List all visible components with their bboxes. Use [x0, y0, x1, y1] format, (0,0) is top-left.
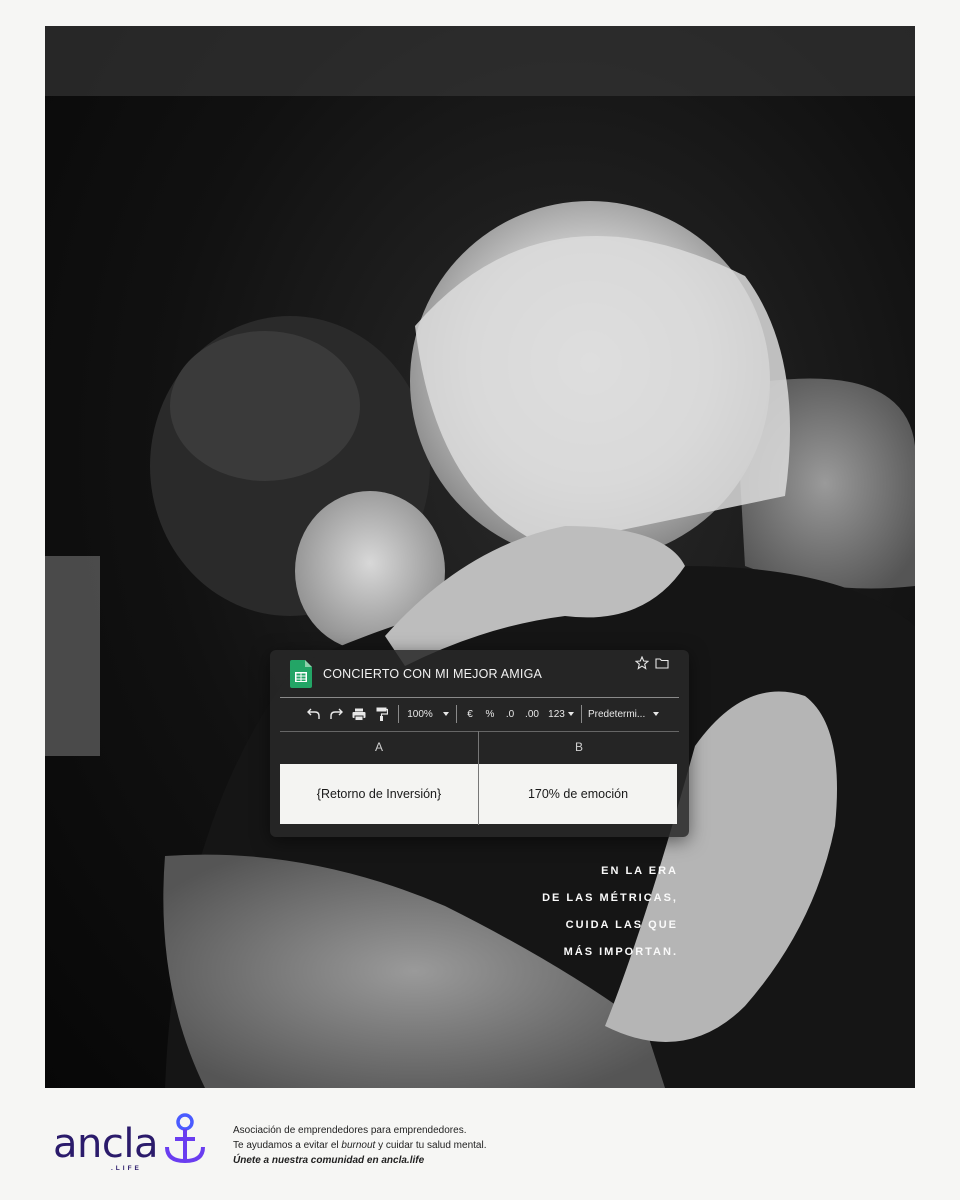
column-header-row: A B: [280, 731, 679, 762]
zoom-value: 100%: [407, 708, 433, 720]
print-icon[interactable]: [350, 706, 368, 722]
decrease-decimals-button[interactable]: .0: [503, 706, 517, 722]
column-divider: [478, 731, 479, 825]
folder-icon[interactable]: [655, 657, 669, 669]
column-header-a[interactable]: A: [280, 732, 478, 762]
chevron-down-icon: [567, 712, 574, 716]
logo-suffix: .LIFE: [111, 1165, 142, 1172]
spreadsheet-card: CONCIERTO CON MI MEJOR AMIGA 100% € % .0…: [270, 650, 689, 837]
tagline-line: CUIDA LAS QUE: [565, 919, 678, 931]
currency-label: €: [467, 708, 473, 720]
zoom-select[interactable]: 100%: [406, 706, 450, 722]
currency-button[interactable]: €: [464, 706, 476, 722]
more-formats-button[interactable]: 123: [547, 706, 575, 722]
toolbar-divider: [581, 705, 582, 723]
photo-scene: [45, 26, 915, 1088]
tagline: EN LA ERA DE LAS MÉTRICAS, CUIDA LAS QUE…: [542, 858, 678, 966]
increase-decimals-button[interactable]: .00: [522, 706, 542, 722]
star-icon[interactable]: [635, 656, 649, 670]
column-header-b[interactable]: B: [479, 732, 679, 762]
footer-line-2-start: Te ayudamos a evitar el: [233, 1140, 342, 1151]
font-value: Predetermi...: [588, 708, 646, 720]
footer-line-1: Asociación de emprendedores para emprend…: [233, 1125, 467, 1136]
cell-b1[interactable]: 170% de emoción: [479, 764, 677, 824]
paint-format-icon[interactable]: [374, 706, 390, 722]
toolbar-divider: [398, 705, 399, 723]
percent-label: %: [485, 708, 495, 720]
chevron-down-icon: [442, 712, 449, 716]
tagline-line: DE LAS MÉTRICAS,: [542, 892, 678, 904]
percent-button[interactable]: %: [484, 706, 496, 722]
undo-icon[interactable]: [306, 706, 322, 722]
spreadsheet-header: CONCIERTO CON MI MEJOR AMIGA: [270, 650, 689, 698]
footer-burnout: burnout: [341, 1140, 376, 1151]
decrease-decimals-label: .0: [505, 708, 515, 720]
document-title[interactable]: CONCIERTO CON MI MEJOR AMIGA: [323, 667, 542, 681]
redo-icon[interactable]: [328, 706, 344, 722]
ancla-logo[interactable]: ancla .LIFE: [53, 1113, 213, 1175]
more-formats-label: 123: [548, 708, 565, 720]
tagline-line: EN LA ERA: [601, 865, 678, 877]
toolbar-divider: [456, 705, 457, 723]
hero-photo: [45, 26, 915, 1088]
footer-line-2-end: y cuidar tu salud mental.: [375, 1140, 487, 1151]
toolbar: 100% € % .0 .00 123 Predetermi...: [270, 700, 689, 728]
google-sheets-icon: [290, 660, 312, 688]
logo-wordmark: ancla: [53, 1121, 158, 1167]
tagline-line: MÁS IMPORTAN.: [563, 946, 678, 958]
increase-decimals-label: .00: [525, 708, 539, 720]
header-divider: [280, 697, 679, 698]
footer-cta[interactable]: Únete a nuestra comunidad en ancla.life: [233, 1153, 486, 1168]
anchor-icon: [165, 1113, 205, 1164]
cell-a1[interactable]: {Retorno de Inversión}: [280, 764, 478, 824]
footer-line-2: Te ayudamos a evitar el burnout y cuidar…: [233, 1138, 486, 1153]
footer-text: Asociación de emprendedores para emprend…: [233, 1123, 486, 1168]
chevron-down-icon: [653, 712, 660, 716]
font-select[interactable]: Predetermi...: [588, 706, 666, 722]
